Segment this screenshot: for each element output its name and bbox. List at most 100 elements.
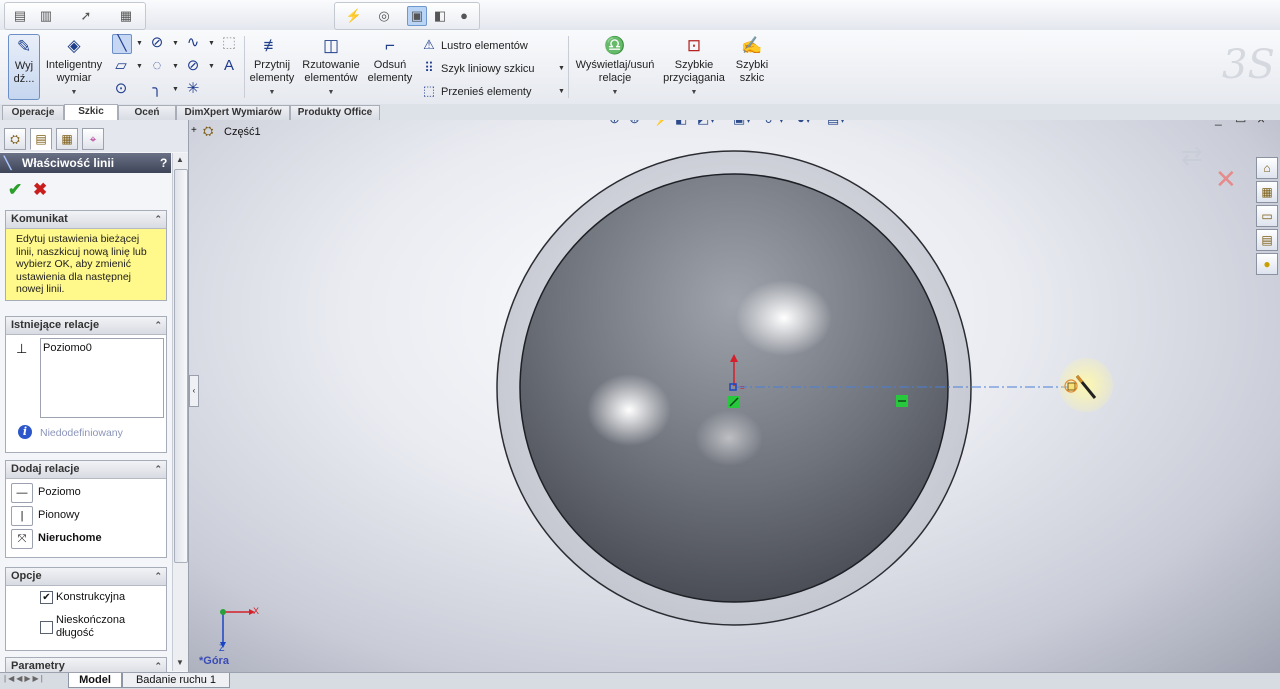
view-sketch-relations-icon[interactable]: ⚡ (345, 7, 363, 25)
appearance-icon[interactable]: ● (455, 7, 473, 25)
construction-checkbox[interactable]: ✔ (40, 591, 53, 604)
model-viewport[interactable]: = (189, 120, 1280, 672)
scroll-down-icon[interactable]: ▼ (174, 657, 186, 669)
exit-sketch-label: Wyj dź... (13, 60, 35, 85)
message-header[interactable]: Komunikat ⌃ (6, 211, 166, 229)
plane-tool-icon[interactable]: ⬚ (220, 34, 238, 52)
mirror-entities-button[interactable]: ⚠ Lustro elementów (420, 36, 528, 54)
graphics-area[interactable]: + ⛭ Część1 ‹ ⊕ ⊛ ⚡ ◧ ◩▾ ▣▾ ☍▾ ●▾ ▤▾ _ ▭ … (189, 120, 1280, 672)
move-entities-button[interactable]: ⬚ Przenieś elementy (420, 82, 532, 100)
cancel-x-icon[interactable]: ✖ (33, 180, 47, 200)
file-explorer-icon[interactable]: ▭ (1256, 205, 1278, 227)
chevron-down-icon[interactable]: ▼ (558, 65, 565, 72)
appearances-icon[interactable]: ● (1256, 253, 1278, 275)
trim-entities-button[interactable]: ≢ Przytnij elementy ▼ (248, 34, 296, 99)
chevron-down-icon[interactable]: ▼ (136, 63, 143, 70)
offset-entities-button[interactable]: ⌐ Odsuń elementy (366, 34, 414, 85)
smart-dimension-label: Inteligentny wymiar (45, 59, 103, 84)
circle-tool-icon[interactable]: ⊘ (148, 34, 166, 52)
highlight (695, 410, 763, 466)
home-icon[interactable]: ⌂ (1256, 157, 1278, 179)
fixed-icon: ⤧ (11, 529, 33, 549)
existing-relations-header[interactable]: Istniejące relacje ⌃ (6, 317, 166, 335)
chevron-down-icon[interactable]: ▼ (42, 86, 106, 99)
help-button[interactable]: ? (160, 153, 167, 173)
slot-tool-icon[interactable]: ◌ (148, 57, 166, 75)
parameters-header[interactable]: Parametry ⌃ (6, 658, 166, 672)
grid-icon[interactable]: ▦ (117, 7, 135, 25)
polygon-tool-icon[interactable]: ⊙ (112, 80, 130, 98)
horizontal-icon: — (11, 483, 33, 503)
spline-tool-icon[interactable]: ∿ (184, 34, 202, 52)
chevron-down-icon[interactable]: ▼ (572, 86, 658, 99)
divider (244, 36, 245, 98)
quick-snaps-button[interactable]: ⊡ Szybkie przyciągania ▼ (662, 34, 726, 99)
collapse-icon: ⌃ (154, 214, 162, 224)
chevron-down-icon[interactable]: ▼ (136, 40, 143, 47)
info-icon: i (18, 425, 32, 439)
quick-sketch-button[interactable]: ✍ Szybki szkic (732, 34, 772, 85)
tab-szkic[interactable]: Szkic (64, 104, 118, 121)
tab-dimxpert[interactable]: DimXpert Wymiarów (176, 105, 290, 120)
line-tool-icon[interactable]: ╲ (112, 34, 132, 54)
relation-horizontal-button[interactable]: — Poziomo (11, 483, 81, 503)
triad-z-label: Z (219, 643, 225, 653)
mirror-label: Lustro elementów (441, 40, 528, 52)
text-tool-icon[interactable]: A (220, 57, 238, 75)
chevron-down-icon[interactable]: ▼ (558, 88, 565, 95)
display-relations-button[interactable]: ♎ Wyświetlaj/usuń relacje ▼ (572, 34, 658, 99)
relation-fixed-button[interactable]: ⤧ Nieruchome (11, 529, 102, 549)
ellipse-tool-icon[interactable]: ⊘ (184, 57, 202, 75)
options-header[interactable]: Opcje ⌃ (6, 568, 166, 586)
relations-label: Wyświetlaj/usuń relacje (575, 59, 655, 84)
exit-sketch-button[interactable]: ✎ Wyj dź... (8, 34, 40, 100)
convert-entities-button[interactable]: ◫ Rzutowanie elementów ▼ (300, 34, 362, 99)
ok-check-icon[interactable]: ✔ (8, 180, 22, 200)
feature-tree-tab-icon[interactable]: ⛭ (4, 128, 26, 150)
fillet-tool-icon[interactable]: ╮ (148, 80, 166, 98)
chevron-down-icon[interactable]: ▼ (172, 63, 179, 70)
select-arrow-icon[interactable]: ➚ (77, 7, 95, 25)
tab-model[interactable]: Model (68, 673, 122, 688)
chevron-down-icon[interactable]: ▼ (172, 40, 179, 47)
highlight (736, 280, 832, 356)
configuration-tab-icon[interactable]: ▦ (56, 128, 78, 150)
add-relations-section: Dodaj relacje ⌃ — Poziomo | Pionowy ⤧ Nie… (5, 460, 167, 558)
property-manager-tab-icon[interactable]: ▤ (30, 128, 52, 150)
list-item[interactable]: Poziomo0 (41, 339, 163, 357)
chevron-down-icon[interactable]: ▼ (208, 63, 215, 70)
scrollbar-thumb[interactable] (174, 169, 188, 563)
message-text: Edytuj ustawienia bieżącej linii, naszki… (6, 229, 166, 300)
infinite-length-checkbox[interactable] (40, 621, 53, 634)
panel-scrollbar[interactable]: ▲ ▼ (172, 153, 188, 671)
scroll-up-icon[interactable]: ▲ (174, 154, 186, 166)
relations-listbox[interactable]: Poziomo0 (40, 338, 164, 418)
rectangle-tool-icon[interactable]: ▱ (112, 57, 130, 75)
chevron-down-icon[interactable]: ▼ (662, 86, 726, 99)
view-palette-icon[interactable]: ▤ (1256, 229, 1278, 251)
new-document-icon[interactable]: ▤ (11, 7, 29, 25)
tab-ocen[interactable]: Oceń (118, 105, 176, 120)
highlight (587, 374, 671, 446)
chevron-down-icon[interactable]: ▼ (300, 86, 362, 99)
tab-operacje[interactable]: Operacje (2, 105, 64, 120)
section-view-icon[interactable]: ◧ (431, 7, 449, 25)
relation-vertical-button[interactable]: | Pionowy (11, 506, 80, 526)
add-relations-header[interactable]: Dodaj relacje ⌃ (6, 461, 166, 479)
dimxpert-tab-icon[interactable]: ⌖ (82, 128, 104, 150)
design-library-icon[interactable]: ▦ (1256, 181, 1278, 203)
smart-dimension-button[interactable]: ◈ Inteligentny wymiar ▼ (42, 34, 106, 99)
shaded-icon[interactable]: ▣ (407, 6, 427, 26)
tab-motion-study[interactable]: Badanie ruchu 1 (122, 673, 230, 688)
page-title: Właściwość linii (22, 156, 115, 170)
message-section: Komunikat ⌃ Edytuj ustawienia bieżącej li… (5, 210, 167, 301)
linear-pattern-button[interactable]: ⠿ Szyk liniowy szkicu (420, 59, 534, 77)
open-icon[interactable]: ▥ (37, 7, 55, 25)
chevron-down-icon[interactable]: ▼ (248, 86, 296, 99)
tab-produkty-office[interactable]: Produkty Office (290, 105, 380, 120)
point-tool-icon[interactable]: ✳ (184, 80, 202, 98)
chevron-down-icon[interactable]: ▼ (172, 86, 179, 93)
chevron-down-icon[interactable]: ▼ (208, 40, 215, 47)
rebuild-icon[interactable]: ◎ (375, 7, 393, 25)
tab-scroll-arrows-icon[interactable]: |◀◀▶▶| (4, 674, 45, 683)
